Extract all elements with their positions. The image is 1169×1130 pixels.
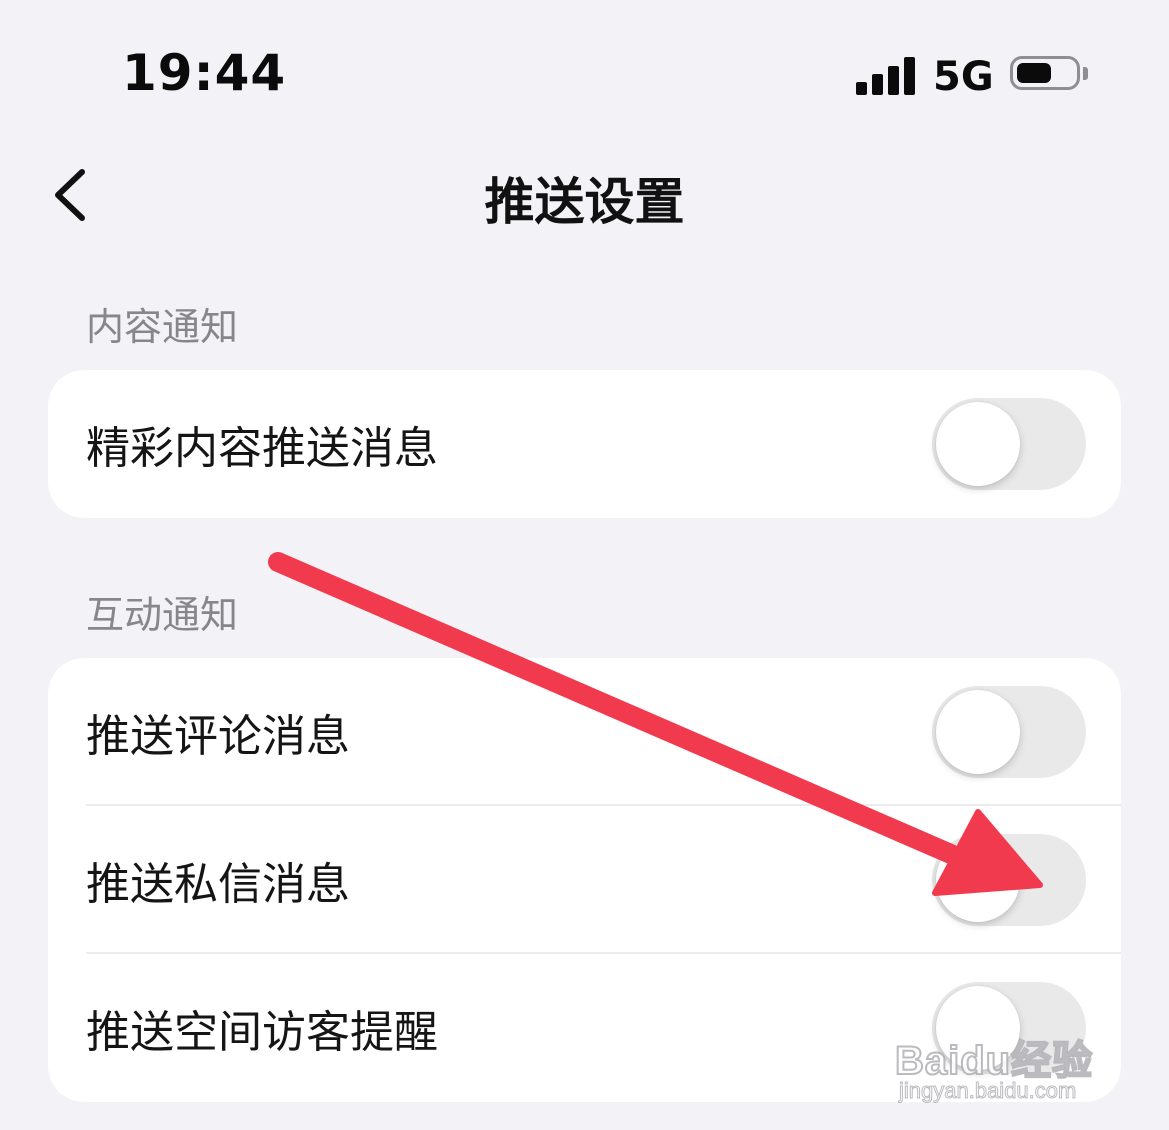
settings-row-featured-content: 精彩内容推送消息 (48, 370, 1121, 518)
network-type: 5G (933, 54, 994, 100)
status-bar: 19:44 5G (0, 0, 1169, 140)
status-time: 19:44 (122, 44, 287, 102)
settings-row-comments: 推送评论消息 (48, 658, 1121, 806)
settings-row-private-messages: 推送私信消息 (48, 806, 1121, 954)
section-label-interaction-notifications: 互动通知 (86, 593, 239, 637)
toggle-knob (936, 402, 1020, 486)
comment-push-toggle[interactable] (932, 686, 1086, 778)
settings-row-label: 精彩内容推送消息 (86, 423, 438, 474)
settings-row-label: 推送私信消息 (86, 859, 350, 910)
featured-content-push-toggle[interactable] (932, 398, 1086, 490)
private-message-push-toggle[interactable] (932, 834, 1086, 926)
settings-row-space-visitors: 推送空间访客提醒 (48, 954, 1121, 1102)
settings-card-content: 精彩内容推送消息 (48, 370, 1121, 518)
battery-icon (1010, 56, 1080, 90)
settings-card-interaction: 推送评论消息 推送私信消息 推送空间访客提醒 (48, 658, 1121, 1102)
space-visitor-reminder-toggle[interactable] (932, 982, 1086, 1074)
toggle-knob (936, 986, 1020, 1070)
section-label-content-notifications: 内容通知 (86, 305, 239, 349)
settings-row-label: 推送评论消息 (86, 711, 350, 762)
page-title: 推送设置 (484, 173, 685, 231)
settings-row-label: 推送空间访客提醒 (86, 1007, 438, 1058)
battery-cap (1083, 67, 1088, 80)
signal-strength-icon (856, 55, 916, 95)
toggle-knob (936, 690, 1020, 774)
toggle-knob (936, 838, 1020, 922)
